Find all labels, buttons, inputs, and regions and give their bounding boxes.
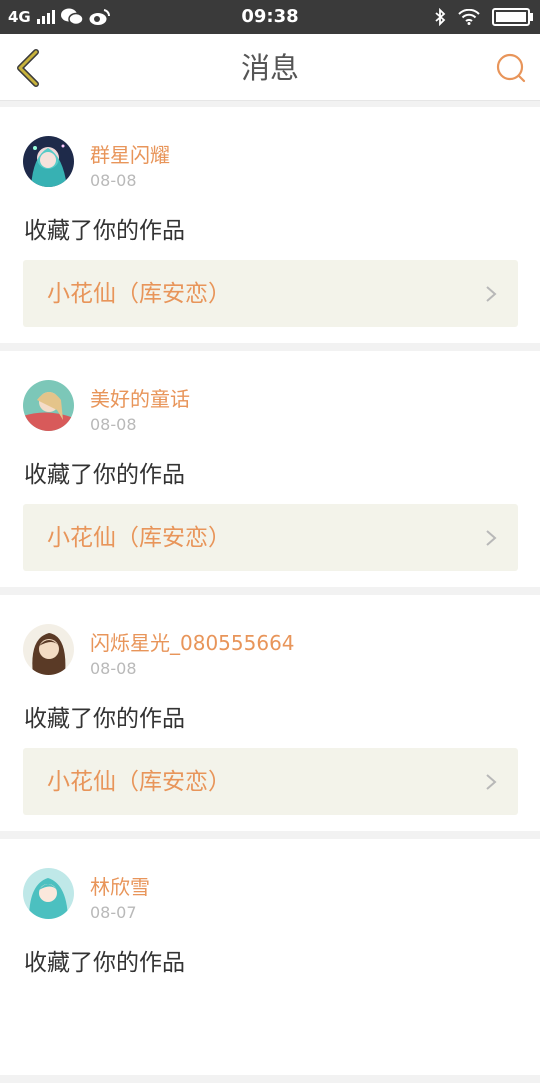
- message-action: 收藏了你的作品: [24, 218, 185, 244]
- message-card: 林欣雪 08-07 收藏了你的作品: [0, 839, 540, 1075]
- message-action: 收藏了你的作品: [24, 462, 185, 488]
- avatar[interactable]: [23, 624, 74, 675]
- work-title: 小花仙（库安恋）: [47, 525, 231, 551]
- chevron-right-icon: [486, 774, 497, 790]
- chevron-right-icon: [486, 286, 497, 302]
- chevron-right-icon: [486, 530, 497, 546]
- work-link[interactable]: 小花仙（库安恋）: [23, 504, 518, 571]
- message-card: 美好的童话 08-08 收藏了你的作品 小花仙（库安恋）: [0, 351, 540, 587]
- status-bar: 4G 09:38: [0, 0, 540, 34]
- page-title: 消息: [240, 51, 299, 85]
- message-card: 群星闪耀 08-08 收藏了你的作品 小花仙（库安恋）: [0, 107, 540, 343]
- message-list: 群星闪耀 08-08 收藏了你的作品 小花仙（库安恋） 美好的童话 08-08 …: [0, 101, 540, 1083]
- bluetooth-icon: [435, 8, 446, 26]
- work-title: 小花仙（库安恋）: [47, 769, 231, 795]
- status-right: [434, 0, 533, 34]
- message-action: 收藏了你的作品: [24, 950, 185, 976]
- message-date: 08-08: [90, 415, 137, 434]
- avatar[interactable]: [23, 136, 74, 187]
- message-date: 08-07: [90, 903, 137, 922]
- message-date: 08-08: [90, 171, 137, 190]
- username[interactable]: 林欣雪: [90, 871, 150, 900]
- username[interactable]: 闪烁星光_080555664: [90, 627, 295, 656]
- work-link[interactable]: 小花仙（库安恋）: [23, 260, 518, 327]
- message-date: 08-08: [90, 659, 137, 678]
- battery-charging-icon: [492, 8, 533, 26]
- wifi-icon: [458, 9, 480, 25]
- username[interactable]: 美好的童话: [90, 383, 190, 412]
- work-title: 小花仙（库安恋）: [47, 281, 231, 307]
- header: 消息: [0, 34, 540, 101]
- search-icon[interactable]: [494, 51, 528, 85]
- username[interactable]: 群星闪耀: [90, 139, 170, 168]
- avatar[interactable]: [23, 868, 74, 919]
- message-card: 闪烁星光_080555664 08-08 收藏了你的作品 小花仙（库安恋）: [0, 595, 540, 831]
- avatar[interactable]: [23, 380, 74, 431]
- work-link[interactable]: 小花仙（库安恋）: [23, 748, 518, 815]
- message-action: 收藏了你的作品: [24, 706, 185, 732]
